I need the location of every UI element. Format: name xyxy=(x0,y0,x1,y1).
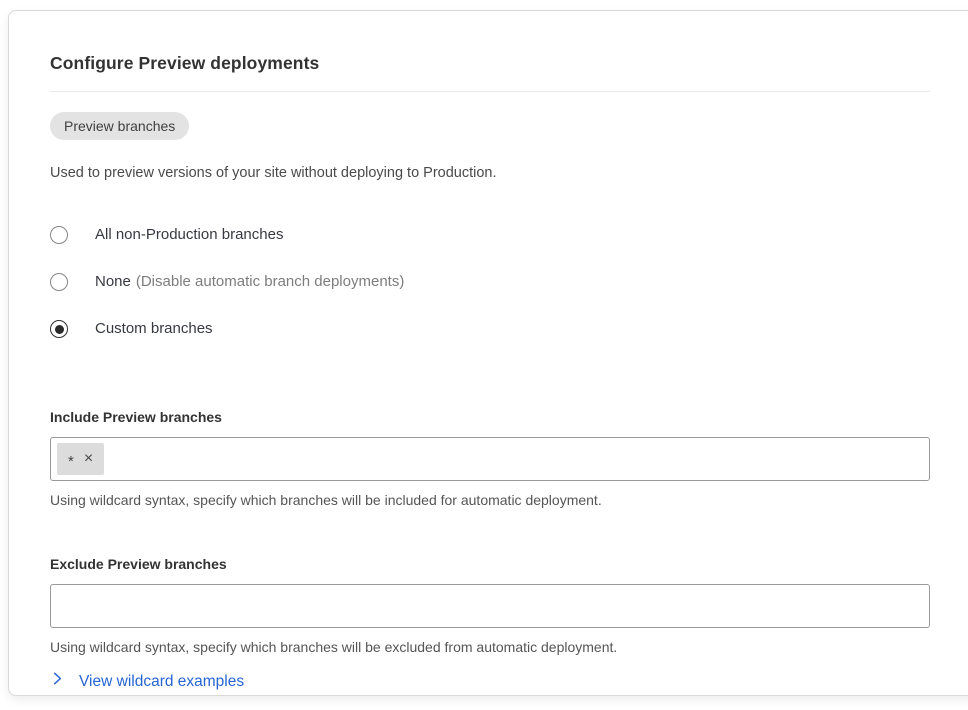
exclude-help-text: Using wildcard syntax, specify which bra… xyxy=(50,640,930,655)
radio-button-icon[interactable] xyxy=(50,273,68,291)
view-wildcard-examples-link[interactable]: View wildcard examples xyxy=(50,671,244,692)
chip-remove-icon[interactable]: × xyxy=(84,451,93,467)
chip-value: * xyxy=(68,453,74,470)
page-title: Configure Preview deployments xyxy=(50,52,930,74)
card-content: Configure Preview deployments Preview br… xyxy=(50,52,930,692)
radio-button-icon[interactable] xyxy=(50,226,68,244)
branch-wildcard-chip: * × xyxy=(57,443,104,475)
exclude-branches-field: Exclude Preview branches Using wildcard … xyxy=(50,557,930,655)
exclude-branches-label: Exclude Preview branches xyxy=(50,557,930,572)
title-divider xyxy=(50,91,930,92)
radio-option-custom-branches[interactable]: Custom branches xyxy=(50,320,930,338)
branch-deployment-radio-group: All non-Production branches None (Disabl… xyxy=(50,226,930,338)
radio-option-label: None xyxy=(95,273,131,291)
include-help-text: Using wildcard syntax, specify which bra… xyxy=(50,493,930,508)
page: Configure Preview deployments Preview br… xyxy=(0,0,968,710)
description-text: Used to preview versions of your site wi… xyxy=(50,164,930,182)
include-branches-input[interactable]: * × xyxy=(50,437,930,481)
radio-option-sublabel: (Disable automatic branch deployments) xyxy=(136,273,404,291)
chevron-right-icon xyxy=(50,671,65,692)
preview-branches-badge: Preview branches xyxy=(50,112,189,140)
preview-deployments-card: Configure Preview deployments Preview br… xyxy=(8,10,968,696)
link-label: View wildcard examples xyxy=(79,672,244,692)
exclude-branches-input[interactable] xyxy=(50,584,930,628)
radio-option-none[interactable]: None (Disable automatic branch deploymen… xyxy=(50,273,930,291)
radio-option-all-non-production[interactable]: All non-Production branches xyxy=(50,226,930,244)
include-branches-label: Include Preview branches xyxy=(50,410,930,425)
radio-button-icon[interactable] xyxy=(50,320,68,338)
radio-option-label: Custom branches xyxy=(95,320,213,338)
radio-option-label: All non-Production branches xyxy=(95,226,283,244)
include-branches-field: Include Preview branches * × Using wildc… xyxy=(50,410,930,508)
